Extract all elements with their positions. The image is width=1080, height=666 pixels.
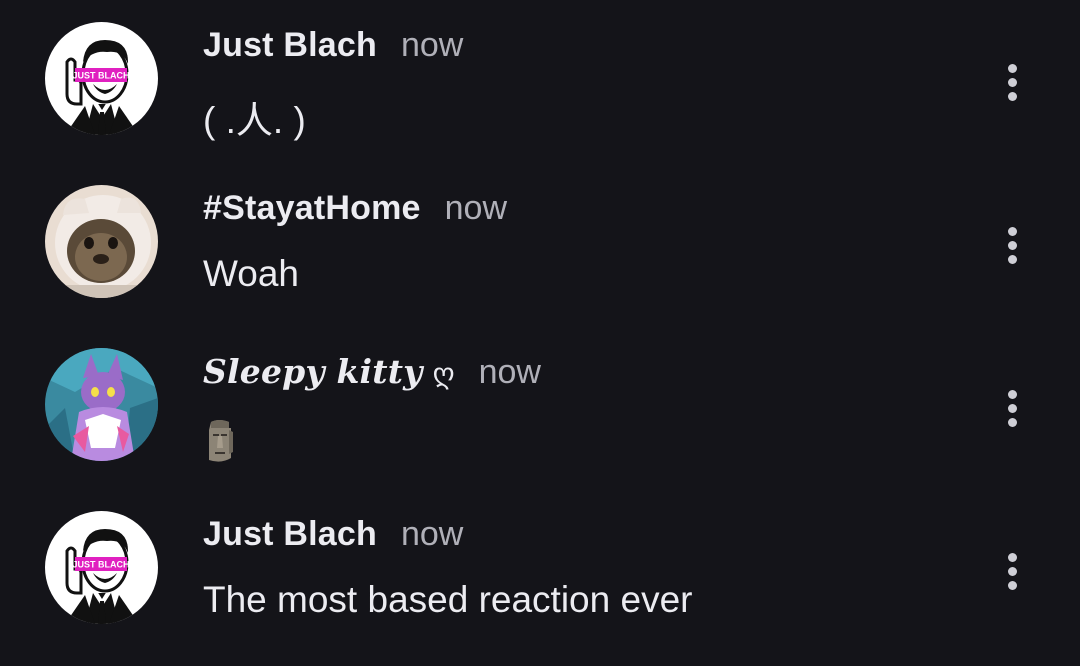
comment-author[interactable]: Sleepy kitty xyxy=(203,352,423,391)
avatar-badge: JUST BLACH xyxy=(72,560,129,570)
suited-man-avatar-icon: JUST BLACH xyxy=(45,22,158,135)
comment-time: now xyxy=(444,189,507,227)
comment-item: #StayatHome now Woah xyxy=(0,175,1080,325)
comment-author[interactable]: Just Blach xyxy=(203,515,377,554)
comment-text: The most based reaction ever xyxy=(203,579,693,620)
more-vertical-icon xyxy=(1007,389,1017,427)
comment-text: Woah xyxy=(203,253,299,294)
comment-time: now xyxy=(478,353,541,391)
comment-item: JUST BLACH Just Blach now ( .人. ) xyxy=(0,12,1080,162)
more-options-button[interactable] xyxy=(994,547,1030,595)
user-avatar[interactable]: JUST BLACH xyxy=(45,22,158,135)
more-options-button[interactable] xyxy=(994,58,1030,106)
comment-header: Just Blach now xyxy=(203,515,463,559)
comment-item: Sleepy kitty ღ now xyxy=(0,338,1080,488)
comment-item: JUST BLACH Just Blach now The most based… xyxy=(0,501,1080,651)
user-avatar[interactable] xyxy=(45,185,158,298)
comment-text: ( .人. ) xyxy=(203,100,306,141)
suited-man-avatar-icon: JUST BLACH xyxy=(45,511,158,624)
comment-author[interactable]: #StayatHome xyxy=(203,189,421,228)
more-options-button[interactable] xyxy=(994,221,1030,269)
more-vertical-icon xyxy=(1007,226,1017,264)
avatar-badge: JUST BLACH xyxy=(72,71,129,81)
user-avatar[interactable]: JUST BLACH xyxy=(45,511,158,624)
more-vertical-icon xyxy=(1007,63,1017,101)
user-avatar[interactable] xyxy=(45,348,158,461)
comment-header: #StayatHome now xyxy=(203,189,507,233)
more-vertical-icon xyxy=(1007,552,1017,590)
moai-emoji xyxy=(209,420,233,462)
purple-cat-character-avatar-icon xyxy=(45,348,158,461)
otter-in-hood-avatar-icon xyxy=(45,185,158,298)
more-options-button[interactable] xyxy=(994,384,1030,432)
comment-header: Sleepy kitty ღ now xyxy=(203,352,541,396)
comment-author[interactable]: Just Blach xyxy=(203,26,377,65)
comment-header: Just Blach now xyxy=(203,26,463,70)
comment-text xyxy=(203,416,237,464)
comment-time: now xyxy=(400,515,464,553)
author-decoration: ღ xyxy=(432,357,455,390)
comment-time: now xyxy=(400,26,464,64)
